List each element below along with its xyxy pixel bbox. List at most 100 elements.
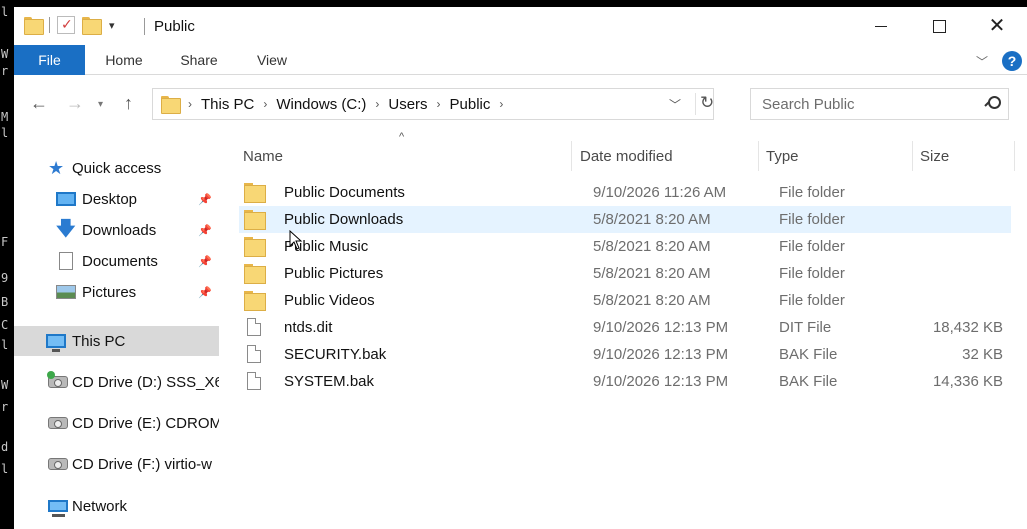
nav-item-cd-drive-d[interactable]: CD Drive (D:) SSS_X64 [14, 367, 231, 397]
file-size: 32 KB [962, 346, 1003, 363]
back-arrow-icon[interactable]: ← [30, 93, 48, 114]
file-row[interactable]: Public Downloads 5/8/2021 8:20 AM File f… [239, 206, 1011, 233]
file-type: File folder [779, 292, 845, 309]
nav-item-quick-access[interactable]: ★ Quick access [14, 153, 219, 183]
console-char: 9 [1, 271, 9, 285]
breadcrumb-separator-icon[interactable]: › [188, 97, 192, 111]
column-header-name[interactable]: Name [243, 141, 283, 171]
search-placeholder[interactable]: Search Public [762, 96, 855, 113]
file-row[interactable]: Public Pictures 5/8/2021 8:20 AM File fo… [239, 260, 1011, 287]
file-name: Public Documents [284, 184, 405, 201]
sort-ascending-icon: ^ [399, 131, 405, 143]
file-date-modified: 5/8/2021 8:20 AM [593, 238, 711, 255]
breadcrumb-public[interactable]: Public [450, 96, 491, 113]
tab-share[interactable]: Share [169, 45, 229, 75]
up-arrow-icon[interactable]: ↑ [124, 93, 133, 114]
cd-drive-icon [48, 417, 68, 429]
file-type: BAK File [779, 373, 838, 390]
recent-locations-chevron-icon[interactable]: ▾ [98, 99, 103, 110]
console-char: B [1, 295, 9, 309]
file-date-modified: 5/8/2021 8:20 AM [593, 211, 711, 228]
maximize-icon [932, 19, 946, 33]
network-icon [48, 500, 68, 517]
column-divider[interactable] [912, 141, 913, 171]
column-header-date-modified[interactable]: Date modified [580, 141, 673, 171]
file-row[interactable]: Public Videos 5/8/2021 8:20 AM File fold… [239, 287, 1011, 314]
file-icon [247, 318, 261, 336]
file-row[interactable]: SYSTEM.bak 9/10/2026 12:13 PM BAK File 1… [239, 368, 1011, 395]
maximize-button[interactable] [910, 7, 968, 45]
nav-item-pictures[interactable]: Pictures 📌 [14, 277, 219, 307]
window-title: Public [154, 18, 195, 35]
tab-home[interactable]: Home [90, 45, 158, 75]
background-console: l W r M l F 9 B C l W r d l [0, 0, 14, 529]
expand-ribbon-chevron-icon[interactable]: ﹀ [976, 53, 988, 70]
search-box[interactable]: Search Public [750, 88, 1009, 120]
forward-arrow-icon[interactable]: → [66, 93, 84, 114]
file-type: File folder [779, 238, 845, 255]
breadcrumb-this-pc[interactable]: This PC [201, 96, 254, 113]
file-type: DIT File [779, 319, 832, 336]
nav-item-label: This PC [72, 332, 126, 350]
address-dropdown-chevron-icon[interactable]: ﹀ [669, 96, 681, 113]
tab-view[interactable]: View [242, 45, 302, 75]
nav-item-cd-drive-e[interactable]: CD Drive (E:) CDROM [14, 408, 222, 438]
column-header-size[interactable]: Size [920, 141, 949, 171]
refresh-icon[interactable]: ↻ [695, 93, 715, 115]
properties-icon[interactable] [57, 16, 75, 34]
tab-file[interactable]: File [14, 45, 85, 75]
file-row[interactable]: ntds.dit 9/10/2026 12:13 PM DIT File 18,… [239, 314, 1011, 341]
customize-toolbar-dropdown[interactable]: ▾ [109, 19, 115, 32]
file-row[interactable]: SECURITY.bak 9/10/2026 12:13 PM BAK File… [239, 341, 1011, 368]
folder-icon [244, 237, 266, 257]
console-char: l [1, 462, 9, 476]
nav-item-cd-drive-f[interactable]: CD Drive (F:) virtio-w [14, 449, 219, 479]
minimize-button[interactable] [852, 7, 910, 45]
console-char: l [1, 338, 9, 352]
breadcrumb-separator-icon[interactable]: › [263, 97, 267, 111]
cursor-arrow-icon [289, 230, 303, 250]
help-button[interactable]: ? [1002, 51, 1022, 71]
file-row[interactable]: Public Documents 9/10/2026 11:26 AM File… [239, 179, 1011, 206]
address-bar[interactable]: › This PC › Windows (C:) › Users › Publi… [152, 88, 714, 120]
pin-icon: 📌 [198, 224, 212, 237]
console-char: M [1, 110, 9, 124]
breadcrumb-users[interactable]: Users [388, 96, 427, 113]
console-char: F [1, 235, 9, 249]
breadcrumb-separator-icon[interactable]: › [375, 97, 379, 111]
column-divider[interactable] [1014, 141, 1015, 171]
cd-drive-icon [47, 371, 68, 388]
close-button[interactable]: ✕ [968, 7, 1026, 45]
console-char: r [1, 400, 9, 414]
nav-item-this-pc[interactable]: This PC [14, 326, 219, 356]
file-row[interactable]: Public Music 5/8/2021 8:20 AM File folde… [239, 233, 1011, 260]
new-folder-icon[interactable] [82, 17, 102, 35]
pc-icon [46, 334, 66, 352]
nav-item-label: Desktop [82, 190, 138, 208]
breadcrumb-separator-icon[interactable]: › [499, 97, 503, 111]
nav-item-label: Downloads [82, 221, 157, 239]
breadcrumb-windows-c[interactable]: Windows (C:) [276, 96, 366, 113]
pin-icon: 📌 [198, 193, 212, 206]
documents-icon [59, 252, 73, 270]
file-size: 14,336 KB [932, 373, 1003, 390]
file-explorer-window: ▾ Public ✕ File Home Share View ﹀ ? ← → … [14, 7, 1027, 529]
column-divider[interactable] [758, 141, 759, 171]
pictures-icon [56, 285, 76, 299]
navigation-pane: ★ Quick access Desktop 📌 🡇 Downloads 📌 D… [14, 131, 231, 529]
desktop-icon [56, 192, 76, 206]
nav-item-downloads[interactable]: 🡇 Downloads 📌 [14, 215, 219, 245]
nav-item-desktop[interactable]: Desktop 📌 [14, 184, 219, 214]
minimize-icon [875, 25, 887, 27]
folder-icon [161, 96, 181, 114]
nav-item-network[interactable]: Network [14, 491, 219, 521]
nav-item-documents[interactable]: Documents 📌 [14, 246, 219, 276]
breadcrumb-separator-icon[interactable]: › [437, 97, 441, 111]
folder-icon [244, 210, 266, 230]
folder-icon [244, 291, 266, 311]
nav-item-label: Quick access [72, 159, 162, 177]
column-divider[interactable] [571, 141, 572, 171]
console-char: r [1, 64, 9, 78]
nav-item-label: CD Drive (D:) SSS_X64 [72, 373, 232, 391]
column-header-type[interactable]: Type [766, 141, 799, 171]
